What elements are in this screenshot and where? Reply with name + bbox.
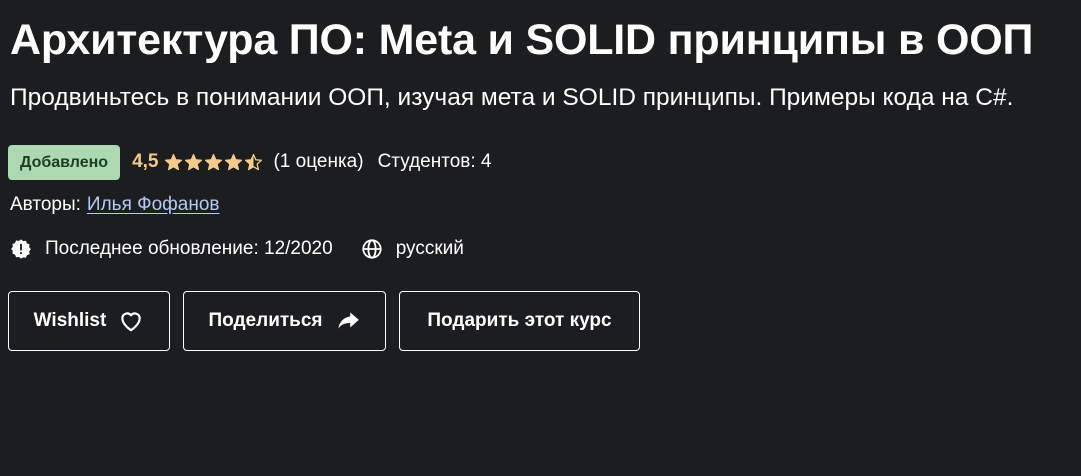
- course-subtitle: Продвиньтесь в понимании ООП, изучая мет…: [10, 84, 1014, 111]
- star-full-icon: [225, 153, 243, 170]
- students-count: Студентов: 4: [377, 151, 492, 172]
- share-arrow-icon: [335, 308, 361, 334]
- rating-value: 4,5: [132, 151, 159, 172]
- rating-stars: [164, 153, 264, 172]
- rating-row: Добавлено 4,5 (1 оценка) Студентов: 4: [8, 144, 1081, 180]
- gift-course-button[interactable]: Подарить этот курс: [399, 291, 640, 351]
- share-label: Поделиться: [208, 310, 323, 331]
- gift-label: Подарить этот курс: [427, 310, 612, 331]
- course-title: Архитектура ПО: Meta и SOLID принципы в …: [10, 16, 1034, 64]
- author-link[interactable]: Илья Фофанов: [87, 194, 220, 215]
- star-full-icon: [185, 153, 203, 170]
- wishlist-label: Wishlist: [33, 310, 107, 331]
- star-full-icon: [205, 153, 223, 170]
- course-language: русский: [395, 238, 464, 259]
- authors-label: Авторы:: [10, 194, 81, 215]
- meta-row: Последнее обновление: 12/2020 русский: [10, 235, 1081, 263]
- star-half-icon: [245, 153, 263, 170]
- last-updated: Последнее обновление: 12/2020: [45, 238, 333, 259]
- rating-count-link[interactable]: (1 оценка): [273, 151, 363, 173]
- star-full-icon: [165, 153, 183, 170]
- authors-row: Авторы: Илья Фофанов: [10, 191, 1081, 219]
- action-buttons: Wishlist Поделиться Подарить этот курс: [8, 291, 1081, 351]
- alert-badge-icon: [10, 238, 32, 260]
- heart-icon: [118, 308, 144, 334]
- wishlist-button[interactable]: Wishlist: [8, 291, 170, 351]
- share-button[interactable]: Поделиться: [183, 291, 386, 351]
- globe-icon: [361, 238, 383, 260]
- course-header: Архитектура ПО: Meta и SOLID принципы в …: [0, 0, 1081, 476]
- status-badge: Добавлено: [8, 144, 121, 180]
